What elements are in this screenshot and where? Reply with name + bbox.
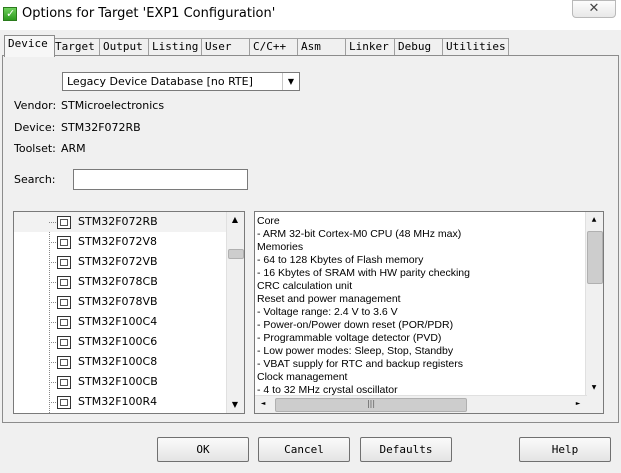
device-name: STM32F100C4 — [78, 315, 158, 328]
list-item[interactable]: STM32F078VB — [14, 292, 228, 312]
window-title: Options for Target 'EXP1 Configuration' — [22, 6, 276, 21]
description-line: - VBAT supply for RTC and backup registe… — [257, 358, 464, 370]
vendor-label: Vendor: — [14, 99, 57, 112]
device-label: Device: — [14, 121, 56, 134]
chip-icon — [57, 216, 71, 229]
list-item[interactable]: STM32F072RB — [14, 212, 228, 232]
description-line: - ARM 32-bit Cortex-M0 CPU (48 MHz max) — [257, 228, 462, 240]
device-name: STM32F100C6 — [78, 335, 158, 348]
chip-icon — [57, 376, 71, 389]
tab-user[interactable]: User — [201, 38, 253, 56]
scroll-thumb[interactable] — [228, 249, 244, 259]
description-horizontal-scrollbar[interactable]: ◄ ||| ► — [255, 395, 587, 413]
toolset-label: Toolset: — [14, 142, 56, 155]
uvision-app-icon: ✓ — [3, 7, 17, 21]
description-line: - Low power modes: Sleep, Stop, Standby — [257, 345, 454, 357]
tab-bar: Device Target Output Listing User C/C++ … — [2, 35, 621, 57]
list-item[interactable]: STM32F072VB — [14, 252, 228, 272]
list-item[interactable]: STM32F100R4 — [14, 392, 228, 412]
description-line: Reset and power management — [257, 293, 401, 305]
scroll-up-icon[interactable]: ▲ — [586, 212, 602, 228]
tab-output[interactable]: Output — [99, 38, 152, 56]
chip-icon — [57, 356, 71, 369]
list-item[interactable]: STM32F078CB — [14, 272, 228, 292]
description-line: - 64 to 128 Kbytes of Flash memory — [257, 254, 424, 266]
search-input[interactable] — [73, 169, 248, 190]
chip-icon — [57, 276, 71, 289]
scroll-down-icon[interactable]: ▼ — [586, 380, 602, 396]
chip-icon — [57, 296, 71, 309]
description-line: - Voltage range: 2.4 V to 3.6 V — [257, 306, 398, 318]
chip-icon — [57, 316, 71, 329]
chip-icon — [57, 236, 71, 249]
chevron-down-icon[interactable]: ▼ — [282, 73, 299, 90]
tab-asm[interactable]: Asm — [297, 38, 349, 56]
list-item[interactable]: STM32F100C6 — [14, 332, 228, 352]
tab-debug[interactable]: Debug — [394, 38, 446, 56]
chip-icon — [57, 336, 71, 349]
device-name: STM32F100C8 — [78, 355, 158, 368]
device-name: STM32F100R4 — [78, 395, 158, 408]
list-item[interactable]: STM32F072V8 — [14, 232, 228, 252]
device-value: STM32F072RB — [61, 121, 141, 134]
description-vertical-scrollbar[interactable]: ▲ ▼ — [585, 212, 603, 413]
device-database-value: Legacy Device Database [no RTE] — [67, 75, 253, 88]
scroll-thumb[interactable] — [587, 231, 603, 284]
description-line: - Power-on/Power down reset (POR/PDR) — [257, 319, 454, 331]
device-name: STM32F072VB — [78, 255, 158, 268]
description-line: Core — [257, 215, 280, 227]
tab-target[interactable]: Target — [51, 38, 103, 56]
chip-icon — [57, 256, 71, 269]
close-button[interactable]: ✕ — [572, 0, 616, 18]
device-database-select[interactable]: Legacy Device Database [no RTE] ▼ — [62, 72, 300, 91]
tab-device[interactable]: Device — [4, 35, 55, 57]
list-item[interactable]: STM32F100C8 — [14, 352, 228, 372]
device-name: STM32F100CB — [78, 375, 158, 388]
scroll-left-icon[interactable]: ◄ — [255, 396, 271, 412]
list-item[interactable]: STM32F100C4 — [14, 312, 228, 332]
chip-icon — [57, 396, 71, 409]
scroll-up-icon[interactable]: ▲ — [227, 212, 243, 228]
description-line: - 16 Kbytes of SRAM with HW parity check… — [257, 267, 470, 279]
description-line: CRC calculation unit — [257, 280, 353, 292]
cancel-button[interactable]: Cancel — [258, 437, 350, 462]
device-list[interactable]: STM32F072RB STM32F072V8 STM32F072VB STM3… — [13, 211, 245, 414]
tab-c-cpp[interactable]: C/C++ — [249, 38, 301, 56]
description-line: - Programmable voltage detector (PVD) — [257, 332, 442, 344]
tab-utilities[interactable]: Utilities — [442, 38, 509, 56]
device-name: STM32F072V8 — [78, 235, 158, 248]
search-label: Search: — [14, 173, 56, 186]
ok-button[interactable]: OK — [157, 437, 249, 462]
vendor-value: STMicroelectronics — [61, 99, 165, 112]
device-description[interactable]: Core - ARM 32-bit Cortex-M0 CPU (48 MHz … — [254, 211, 604, 414]
tab-linker[interactable]: Linker — [345, 38, 398, 56]
scroll-down-icon[interactable]: ▼ — [227, 397, 243, 413]
help-button[interactable]: Help — [519, 437, 611, 462]
device-name: STM32F078CB — [78, 275, 158, 288]
tab-listing[interactable]: Listing — [148, 38, 205, 56]
defaults-button[interactable]: Defaults — [360, 437, 452, 462]
device-list-scrollbar[interactable]: ▲ ▼ — [226, 212, 244, 413]
toolset-value: ARM — [61, 142, 86, 155]
list-item[interactable]: STM32F100CB — [14, 372, 228, 392]
scroll-thumb[interactable]: ||| — [275, 398, 467, 412]
device-name: STM32F072RB — [78, 215, 158, 228]
device-name: STM32F078VB — [78, 295, 158, 308]
title-bar: ✓ Options for Target 'EXP1 Configuration… — [0, 0, 621, 30]
scroll-right-icon[interactable]: ► — [570, 396, 586, 412]
description-line: Clock management — [257, 371, 348, 383]
description-line: Memories — [257, 241, 304, 253]
